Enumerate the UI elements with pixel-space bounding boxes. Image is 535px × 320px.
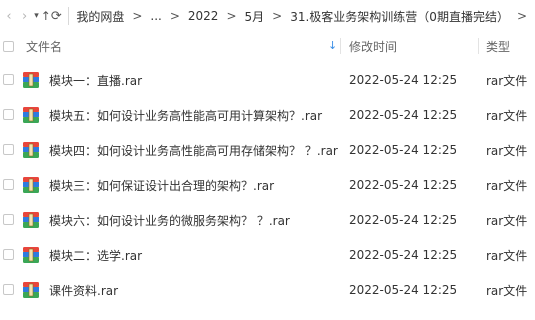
file-name: 模块六：如何设计业务的微服务架构？ ？.rar (49, 213, 290, 228)
file-row[interactable]: 模块六：如何设计业务的微服务架构？ ？.rar 2022-05-24 12:25 r… (0, 202, 535, 238)
breadcrumb-item[interactable]: 5月 (245, 8, 265, 25)
file-modified-time: 2022-05-24 12:25 (349, 73, 458, 87)
file-type: rar文件 (486, 73, 528, 88)
breadcrumb-item[interactable]: 2022 (188, 9, 219, 23)
breadcrumb-item[interactable]: ... (150, 9, 161, 23)
breadcrumb-item[interactable]: 31.极客业务架构训练营（0期直播完结） (290, 8, 509, 25)
breadcrumb-item[interactable]: 我的网盘 (76, 8, 124, 25)
file-name: 模块四：如何设计业务高性能高可用存储架构？ ？.rar (49, 143, 338, 158)
file-type: rar文件 (486, 178, 528, 193)
chevron-right-icon: > (169, 9, 180, 23)
file-row[interactable]: 模块二：选学.rar 2022-05-24 12:25 rar文件 (0, 237, 535, 273)
file-type: rar文件 (486, 108, 528, 123)
rar-archive-icon (23, 212, 39, 228)
file-type: rar文件 (486, 213, 528, 228)
arrow-up-icon[interactable]: ↑ (41, 5, 51, 27)
file-modified-time: 2022-05-24 12:25 (349, 108, 458, 122)
row-checkbox[interactable] (3, 109, 14, 120)
rar-archive-icon (23, 247, 39, 263)
rar-archive-icon (23, 177, 39, 193)
sort-down-icon: ↓ (328, 39, 338, 52)
file-modified-time: 2022-05-24 12:25 (349, 283, 458, 297)
row-checkbox[interactable] (3, 74, 14, 85)
chevron-right-icon: > (272, 9, 283, 23)
caret-down-icon[interactable]: ▾ (32, 5, 40, 27)
select-all-checkbox[interactable] (3, 41, 14, 52)
file-name: 模块二：选学.rar (49, 248, 143, 263)
row-checkbox[interactable] (3, 179, 14, 190)
file-row[interactable]: 模块五：如何设计业务高性能高可用计算架构？.rar 2022-05-24 12:2… (0, 97, 535, 133)
file-modified-time: 2022-05-24 12:25 (349, 213, 458, 227)
rar-archive-icon (23, 72, 39, 88)
navigation-bar: ‹ › ▾ ↑ ⟳ 我的网盘 > ... > 2022 > 5月 > 31.极客… (0, 0, 535, 32)
chevron-right-icon[interactable]: > (517, 9, 527, 23)
file-modified-time: 2022-05-24 12:25 (349, 143, 458, 157)
file-row[interactable]: 课件资料.rar 2022-05-24 12:25 rar文件 (0, 272, 535, 308)
rar-archive-icon (23, 282, 39, 298)
chevron-right-icon[interactable]: › (20, 5, 28, 27)
column-header-name[interactable]: 文件名 (26, 38, 62, 55)
row-checkbox[interactable] (3, 249, 14, 260)
file-type: rar文件 (486, 283, 528, 298)
rar-archive-icon (23, 142, 39, 158)
column-header-time[interactable]: 修改时间 (349, 38, 397, 55)
rar-archive-icon (23, 107, 39, 123)
file-row[interactable]: 模块三：如何保证设计出合理的架构？.rar 2022-05-24 12:25 rar… (0, 167, 535, 203)
file-name: 模块五：如何设计业务高性能高可用计算架构？.rar (49, 108, 323, 123)
divider (67, 7, 69, 25)
chevron-right-icon: > (226, 9, 237, 23)
chevron-left-icon[interactable]: ‹ (5, 5, 13, 27)
column-divider[interactable] (478, 38, 479, 54)
column-divider[interactable] (340, 38, 341, 54)
column-header-type[interactable]: 类型 (486, 38, 510, 55)
file-name: 模块一：直播.rar (49, 73, 143, 88)
file-type: rar文件 (486, 248, 528, 263)
row-checkbox[interactable] (3, 284, 14, 295)
chevron-right-icon: > (132, 9, 143, 23)
file-modified-time: 2022-05-24 12:25 (349, 178, 458, 192)
row-checkbox[interactable] (3, 144, 14, 155)
file-row[interactable]: 模块四：如何设计业务高性能高可用存储架构？ ？.rar 2022-05-24 12… (0, 132, 535, 168)
file-name: 模块三：如何保证设计出合理的架构？.rar (49, 178, 275, 193)
file-modified-time: 2022-05-24 12:25 (349, 248, 458, 262)
refresh-icon[interactable]: ⟳ (51, 5, 62, 27)
file-name: 课件资料.rar (49, 283, 119, 298)
breadcrumb: 我的网盘 > ... > 2022 > 5月 > 31.极客业务架构训练营（0期… (76, 8, 535, 25)
file-type: rar文件 (486, 143, 528, 158)
row-checkbox[interactable] (3, 214, 14, 225)
file-list-header: 文件名 ↓ 修改时间 类型 (0, 32, 535, 60)
file-row[interactable]: 模块一：直播.rar 2022-05-24 12:25 rar文件 (0, 62, 535, 98)
